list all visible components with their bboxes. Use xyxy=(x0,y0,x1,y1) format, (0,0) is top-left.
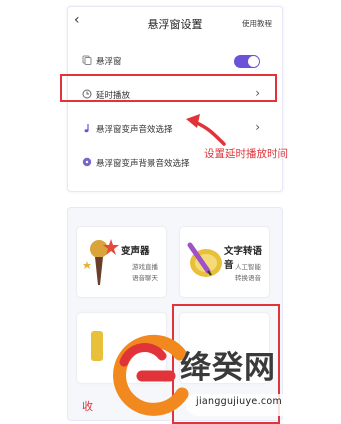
floating-window-toggle[interactable] xyxy=(234,55,260,68)
annotation-text: 设置延时播放时间 xyxy=(204,148,288,160)
tool-desc: 游戏直播 xyxy=(132,263,158,271)
setting-label: 悬浮窗 xyxy=(96,57,122,67)
tool-desc: 语音聊天 xyxy=(132,274,158,282)
panel-header: ‹ 悬浮窗设置 使用教程 xyxy=(68,7,282,37)
tool-voice-changer[interactable]: 变声器 游戏直播 语音聊天 xyxy=(77,227,166,297)
help-tutorial-link[interactable]: 使用教程 xyxy=(242,18,272,29)
music-note-icon xyxy=(84,124,89,133)
bottom-caption-partial: 收 xyxy=(82,400,93,413)
watermark-url: jianggujiuye.com xyxy=(196,396,283,407)
highlight-box xyxy=(60,74,277,102)
chevron-right-icon: › xyxy=(255,120,260,134)
annotation-arrow xyxy=(186,114,226,146)
setting-floating-window[interactable]: 悬浮窗 xyxy=(68,47,282,75)
tool-text-to-speech[interactable]: 文字转语音 人工智能 转换语音 xyxy=(180,227,269,297)
tool-name: 变声器 xyxy=(121,246,150,257)
microphone-icon xyxy=(83,239,119,285)
setting-label: 悬浮窗变声音效选择 xyxy=(96,125,173,135)
speech-bubble-icon xyxy=(187,242,222,277)
disc-icon xyxy=(82,157,92,167)
setting-voice-effect[interactable]: 悬浮窗变声音效选择 › xyxy=(68,115,282,143)
setting-label: 悬浮窗变声背景音效选择 xyxy=(96,159,190,169)
watermark-text: 绛癸网 xyxy=(180,350,276,386)
window-icon xyxy=(82,55,92,65)
tool-desc: 人工智能 xyxy=(235,263,261,271)
tool-desc: 转换语音 xyxy=(235,274,261,282)
